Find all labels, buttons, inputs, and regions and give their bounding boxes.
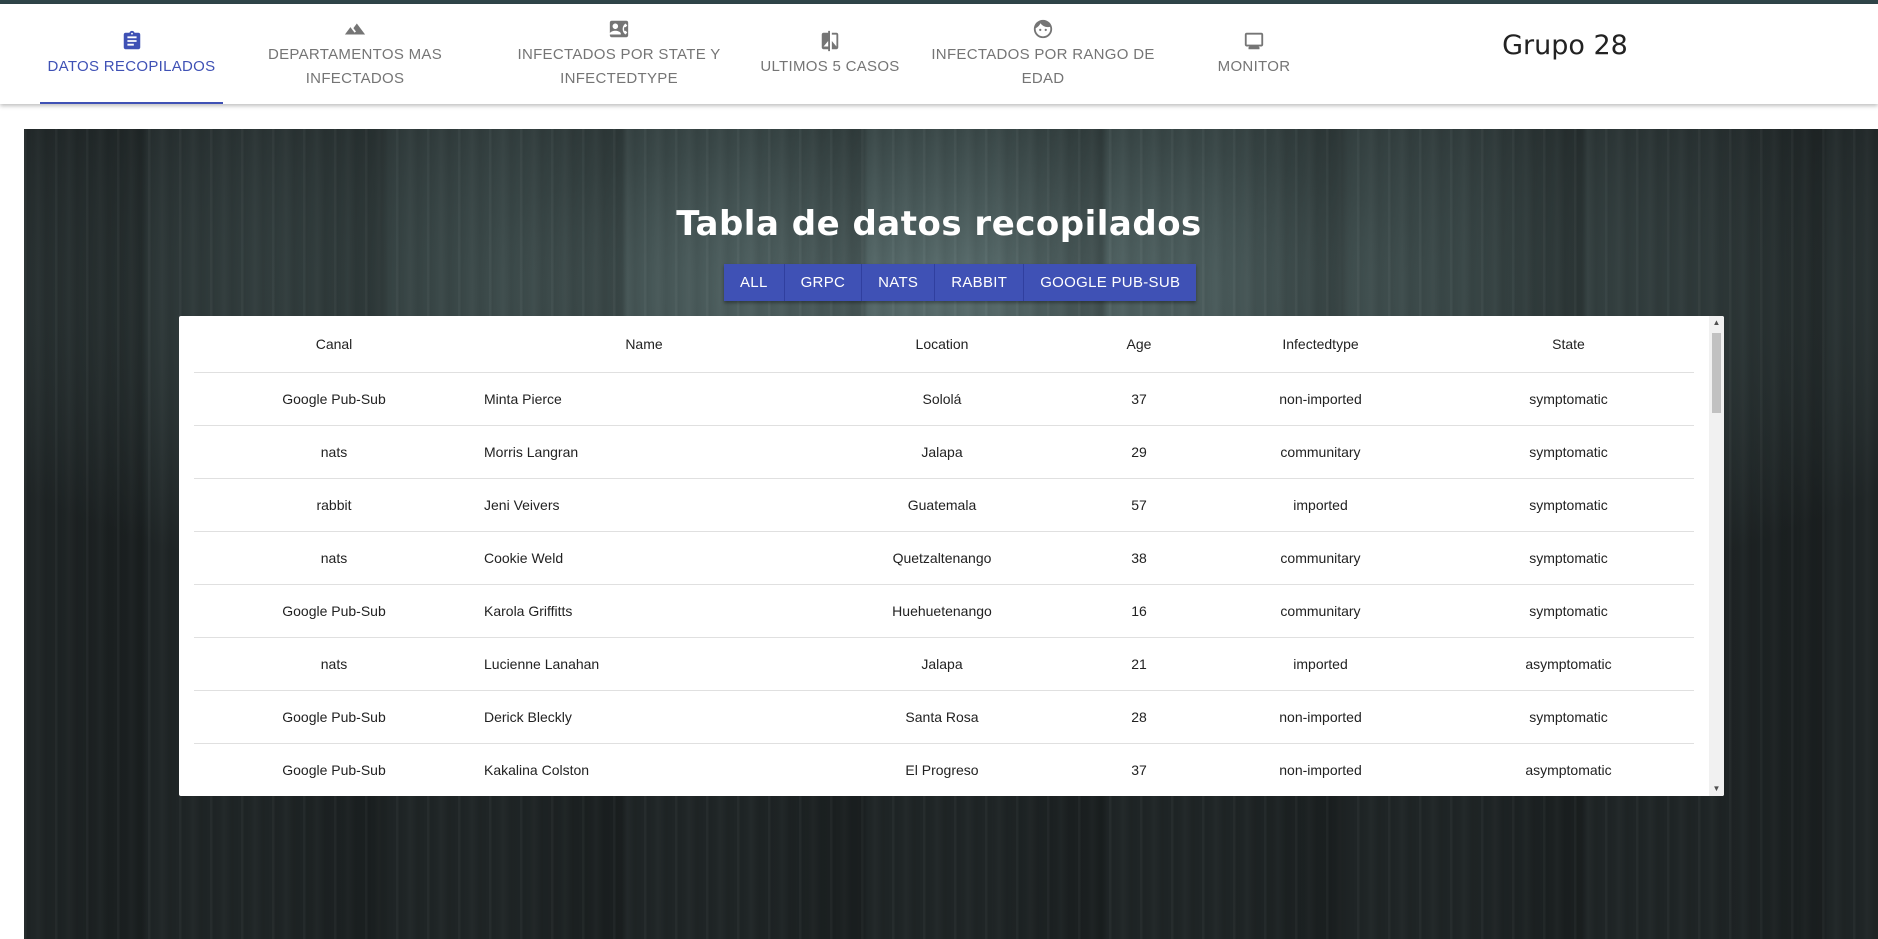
cell-infectedtype: non-imported	[1198, 372, 1443, 426]
cell-canal: nats	[194, 637, 474, 691]
column-header-name[interactable]: Name	[474, 316, 804, 373]
column-header-location[interactable]: Location	[804, 316, 1080, 373]
tab-datos-recopilados[interactable]: Datos Recopilados	[40, 4, 223, 104]
table-scrollbar[interactable]: ▲ ▼	[1709, 316, 1724, 796]
column-header-infectedtype[interactable]: Infectedtype	[1198, 316, 1443, 373]
data-table: Canal Name Location Age Infectedtype Sta…	[194, 316, 1694, 796]
cell-state: symptomatic	[1443, 584, 1694, 638]
channel-filter-group: All GRPC NATS RABBIT Google Pub-Sub	[724, 264, 1197, 301]
tab-label-line2: edad	[1021, 70, 1065, 87]
cell-age: 37	[1080, 743, 1198, 796]
scroll-up-arrow-icon[interactable]: ▲	[1709, 316, 1724, 330]
face-icon	[1031, 17, 1055, 41]
cell-location: Jalapa	[804, 637, 1080, 691]
tab-label: Ultimos 5 casos	[760, 58, 900, 75]
tab-label: Monitor	[1217, 58, 1291, 75]
cell-state: symptomatic	[1443, 372, 1694, 426]
filter-grpc-button[interactable]: GRPC	[784, 264, 863, 301]
data-table-card: Canal Name Location Age Infectedtype Sta…	[179, 316, 1724, 796]
cell-canal: nats	[194, 425, 474, 479]
compare-icon	[818, 29, 842, 53]
cell-state: symptomatic	[1443, 478, 1694, 532]
cell-name: Karola Griffitts	[474, 584, 804, 638]
table-row: nats Cookie Weld Quetzaltenango 38 commu…	[194, 531, 1694, 585]
table-header-row: Canal Name Location Age Infectedtype Sta…	[194, 316, 1694, 373]
tab-ultimos-5-casos[interactable]: Ultimos 5 casos	[756, 4, 904, 104]
cell-age: 37	[1080, 372, 1198, 426]
tab-label-line1: Infectados por State y	[517, 46, 721, 63]
table-row: nats Lucienne Lanahan Jalapa 21 imported…	[194, 637, 1694, 691]
table-row: Google Pub-Sub Minta Pierce Sololá 37 no…	[194, 372, 1694, 426]
tab-departamentos-mas-infectados[interactable]: Departamentos mas infectados	[255, 4, 455, 104]
cell-age: 38	[1080, 531, 1198, 585]
table-row: nats Morris Langran Jalapa 29 communitar…	[194, 425, 1694, 479]
cell-name: Cookie Weld	[474, 531, 804, 585]
scroll-down-arrow-icon[interactable]: ▼	[1709, 782, 1724, 796]
cell-location: Jalapa	[804, 425, 1080, 479]
column-header-state[interactable]: State	[1443, 316, 1694, 373]
cell-age: 16	[1080, 584, 1198, 638]
tab-label-line2: infectados	[305, 70, 405, 87]
cell-infectedtype: non-imported	[1198, 690, 1443, 744]
cell-state: symptomatic	[1443, 531, 1694, 585]
cell-state: asymptomatic	[1443, 743, 1694, 796]
column-header-age[interactable]: Age	[1080, 316, 1198, 373]
cell-name: Kakalina Colston	[474, 743, 804, 796]
top-navigation: Datos Recopilados Departamentos mas infe…	[0, 4, 1878, 104]
filter-google-pubsub-button[interactable]: Google Pub-Sub	[1024, 264, 1197, 301]
cell-infectedtype: imported	[1198, 637, 1443, 691]
cell-infectedtype: imported	[1198, 478, 1443, 532]
cell-location: El Progreso	[804, 743, 1080, 796]
cell-location: Santa Rosa	[804, 690, 1080, 744]
cell-canal: Google Pub-Sub	[194, 743, 474, 796]
table-row: Google Pub-Sub Derick Bleckly Santa Rosa…	[194, 690, 1694, 744]
tab-infectados-por-rango-de-edad[interactable]: Infectados por rango de edad	[930, 4, 1156, 104]
cell-canal: Google Pub-Sub	[194, 690, 474, 744]
cell-infectedtype: communitary	[1198, 584, 1443, 638]
cell-location: Huehuetenango	[804, 584, 1080, 638]
cell-canal: Google Pub-Sub	[194, 584, 474, 638]
cell-age: 29	[1080, 425, 1198, 479]
tab-monitor[interactable]: Monitor	[1200, 4, 1308, 104]
cell-age: 28	[1080, 690, 1198, 744]
cell-state: asymptomatic	[1443, 637, 1694, 691]
cell-canal: nats	[194, 531, 474, 585]
contact-card-icon	[607, 17, 631, 41]
filter-nats-button[interactable]: NATS	[862, 264, 936, 301]
cell-name: Derick Bleckly	[474, 690, 804, 744]
filter-all-button[interactable]: All	[724, 264, 785, 301]
cell-infectedtype: non-imported	[1198, 743, 1443, 796]
cell-location: Quetzaltenango	[804, 531, 1080, 585]
cell-name: Lucienne Lanahan	[474, 637, 804, 691]
monitor-icon	[1242, 29, 1266, 53]
cell-name: Jeni Veivers	[474, 478, 804, 532]
cell-location: Sololá	[804, 372, 1080, 426]
table-row: Google Pub-Sub Karola Griffitts Huehuete…	[194, 584, 1694, 638]
tab-label: Datos Recopilados	[47, 58, 216, 75]
table-row: Google Pub-Sub Kakalina Colston El Progr…	[194, 743, 1694, 796]
clipboard-icon	[120, 29, 144, 53]
cell-name: Morris Langran	[474, 425, 804, 479]
scrollbar-thumb[interactable]	[1712, 333, 1721, 413]
cell-state: symptomatic	[1443, 690, 1694, 744]
cell-location: Guatemala	[804, 478, 1080, 532]
tab-label-line1: Infectados por rango de	[931, 46, 1155, 63]
cell-infectedtype: communitary	[1198, 531, 1443, 585]
page-title: Tabla de datos recopilados	[676, 204, 1202, 244]
tab-label-line2: Infectedtype	[560, 70, 678, 87]
cell-canal: rabbit	[194, 478, 474, 532]
cell-state: symptomatic	[1443, 425, 1694, 479]
cell-age: 21	[1080, 637, 1198, 691]
cell-infectedtype: communitary	[1198, 425, 1443, 479]
filter-rabbit-button[interactable]: RABBIT	[935, 264, 1025, 301]
tab-infectados-por-state[interactable]: Infectados por State y Infectedtype	[508, 4, 730, 104]
cell-age: 57	[1080, 478, 1198, 532]
cell-canal: Google Pub-Sub	[194, 372, 474, 426]
cell-name: Minta Pierce	[474, 372, 804, 426]
table-row: rabbit Jeni Veivers Guatemala 57 importe…	[194, 478, 1694, 532]
group-label: Grupo 28	[1502, 30, 1628, 61]
terrain-icon	[343, 17, 367, 41]
column-header-canal[interactable]: Canal	[194, 316, 474, 373]
tab-label-line1: Departamentos mas	[267, 46, 443, 63]
